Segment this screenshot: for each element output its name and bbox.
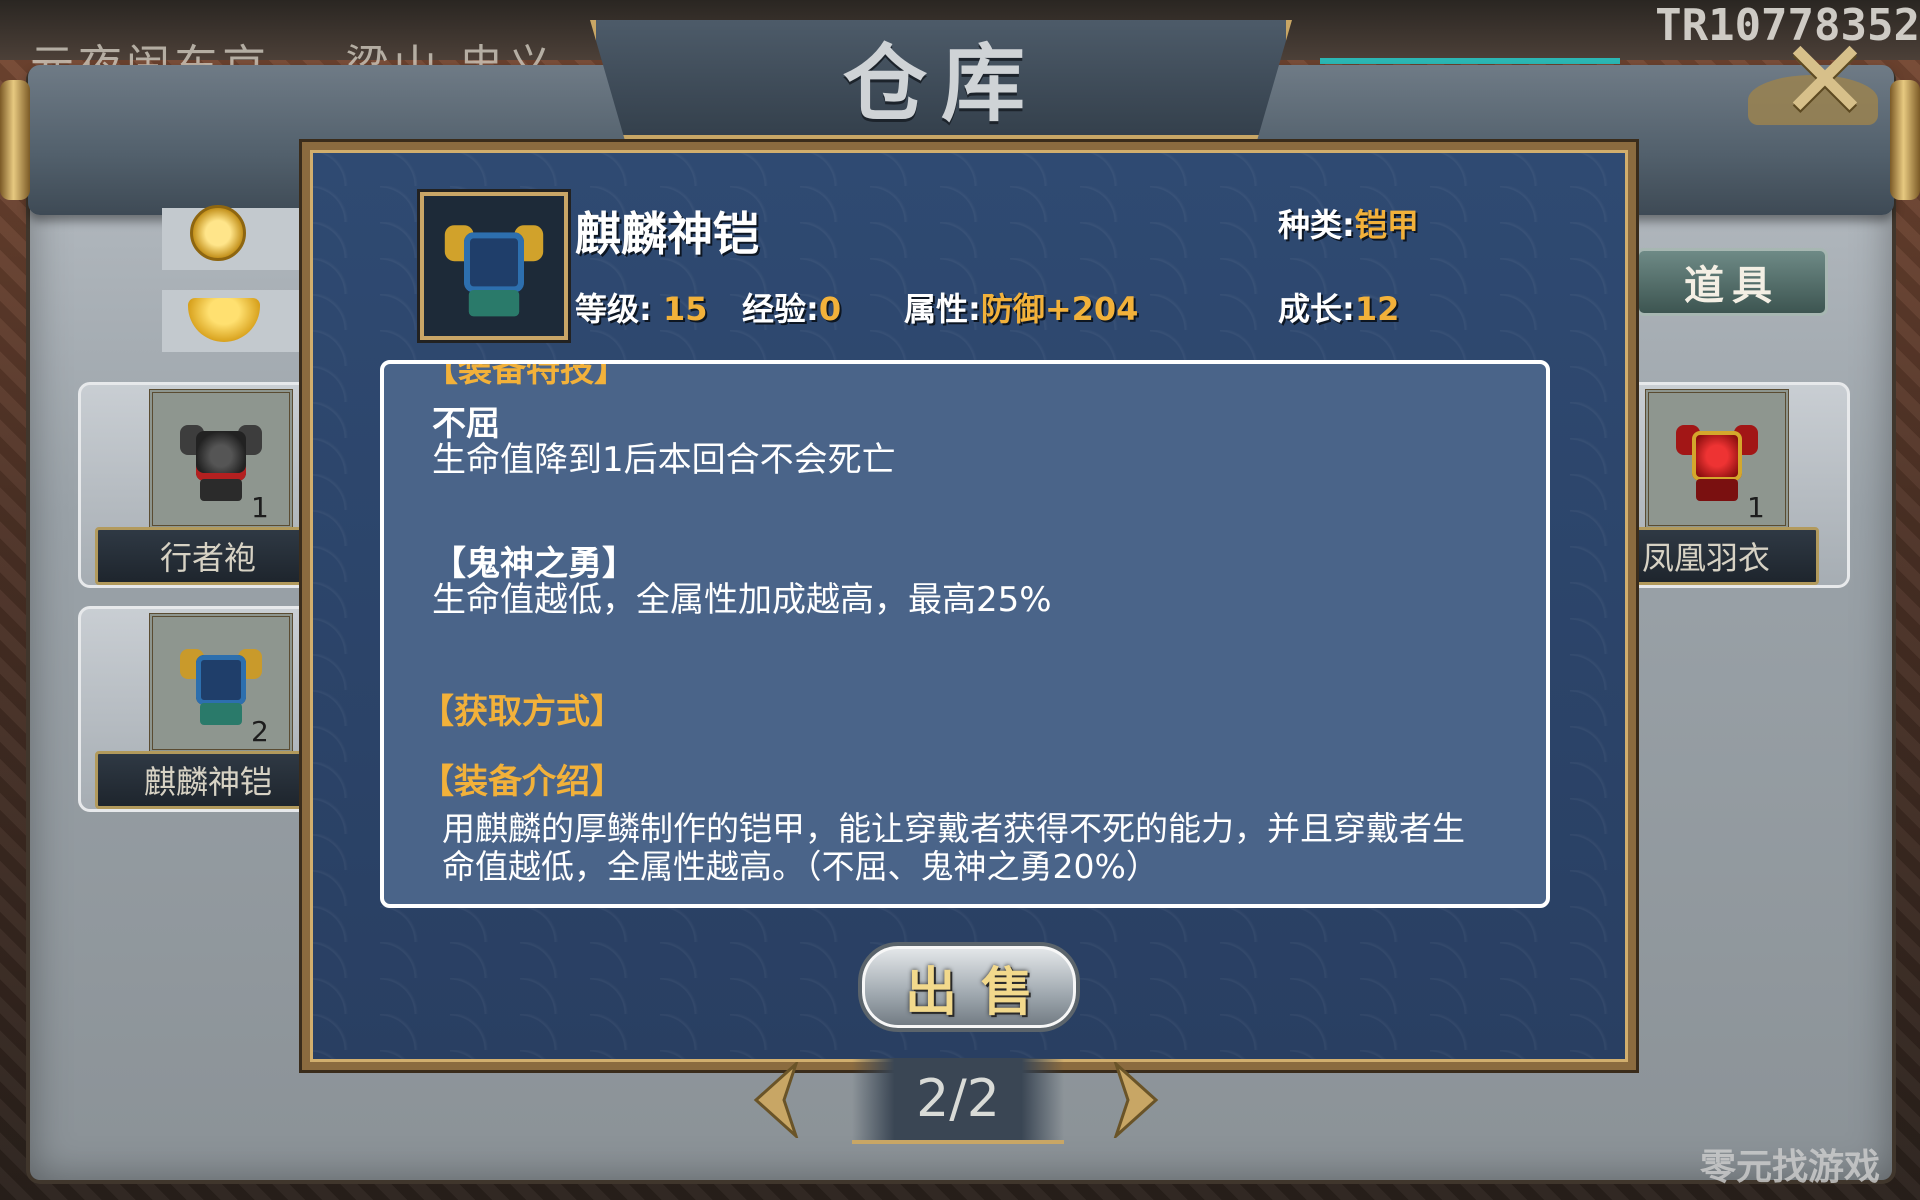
level-label: 等级:	[575, 290, 652, 328]
next-page-arrow-icon[interactable]	[1112, 1062, 1162, 1138]
item-count: 1	[251, 491, 269, 524]
armor-icon	[149, 613, 293, 753]
prev-page-arrow-icon[interactable]	[750, 1062, 800, 1138]
window-title: 仓库	[842, 34, 1039, 133]
inventory-slot[interactable]: 1 行者袍	[78, 382, 334, 588]
growth-label: 成长:	[1278, 290, 1355, 328]
growth-stat: 成长:12	[1278, 284, 1399, 330]
item-name: 行者袍	[95, 527, 321, 585]
item-count: 1	[1747, 491, 1765, 524]
watermark-logo: 零元找游戏	[1700, 1147, 1881, 1188]
attr-value: 防御+204	[980, 290, 1139, 328]
item-description-box[interactable]: 【装备特技】 不屈 生命值降到1后本回合不会死亡 【鬼神之勇】 生命值越低，全属…	[380, 360, 1550, 908]
coin-icon	[190, 205, 246, 261]
item-count: 2	[251, 715, 269, 748]
item-name: 麒麟神铠	[95, 751, 321, 809]
skill-description: 生命值越低，全属性加成越高，最高25%	[432, 580, 1052, 620]
armor-icon	[442, 208, 545, 323]
category-value: 铠甲	[1354, 206, 1419, 244]
special-skills-header: 【装备特技】	[424, 360, 628, 390]
intro-line: 用麒麟的厚鳞制作的铠甲，能让穿戴者获得不死的能力，并且穿戴者生	[442, 809, 1465, 848]
inventory-slot[interactable]: 2 麒麟神铠	[78, 606, 334, 812]
attr-stat: 属性:防御+204	[904, 284, 1138, 330]
status-bar	[1320, 58, 1620, 64]
sell-label: 出售	[904, 961, 1057, 1023]
category-stat: 种类:铠甲	[1278, 200, 1419, 246]
exp-stat: 经验:0	[742, 284, 841, 330]
item-portrait	[417, 189, 571, 343]
level-stat: 等级: 15	[575, 284, 707, 330]
tab-items[interactable]: 道具	[1636, 248, 1828, 316]
robe-icon	[149, 389, 293, 529]
category-label: 种类:	[1278, 206, 1355, 244]
close-button[interactable]: ✕	[1750, 25, 1900, 135]
skill-description: 生命值降到1后本回合不会死亡	[432, 440, 896, 480]
source-header: 【获取方式】	[420, 692, 624, 732]
scroll-rod-left	[0, 80, 30, 200]
level-value: 15	[662, 290, 708, 328]
phoenix-robe-icon	[1645, 389, 1789, 529]
intro-header: 【装备介绍】	[420, 762, 624, 802]
item-detail-panel: 麒麟神铠 种类:铠甲 等级: 15 经验:0 属性:防御+204 成长:12 【…	[302, 142, 1636, 1070]
title-plate: 仓库	[590, 20, 1292, 141]
sell-button[interactable]: 出售	[858, 942, 1080, 1032]
attr-label: 属性:	[904, 290, 981, 328]
intro-line: 命值越低，全属性越高。（不屈、鬼神之勇20%）	[442, 847, 1159, 886]
growth-value: 12	[1354, 290, 1400, 328]
page-indicator: 2/2	[852, 1058, 1064, 1144]
intro-text: 用麒麟的厚鳞制作的铠甲，能让穿戴者获得不死的能力，并且穿戴者生 命值越低，全属性…	[442, 810, 1502, 886]
close-icon: ✕	[1778, 16, 1872, 144]
exp-value: 0	[818, 290, 842, 328]
item-title: 麒麟神铠	[575, 207, 759, 261]
exp-label: 经验:	[742, 290, 819, 328]
